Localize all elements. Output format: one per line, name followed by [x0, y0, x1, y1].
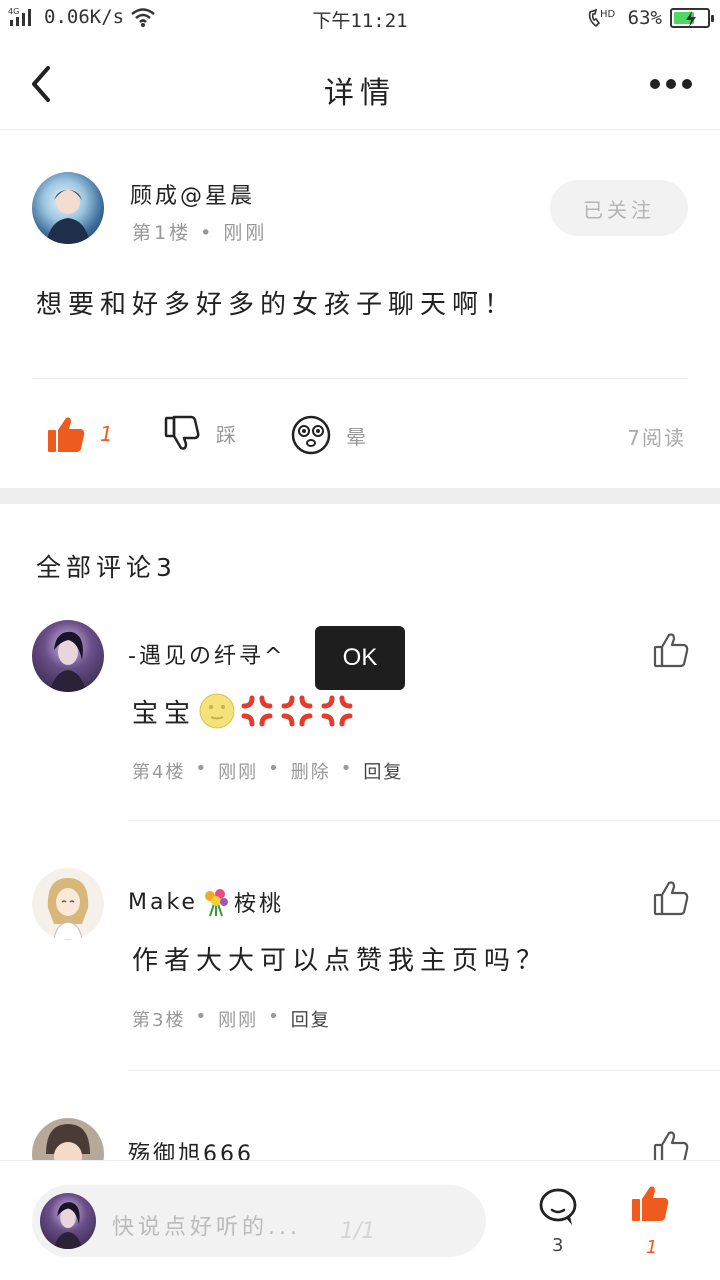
nav-bar: 详情	[0, 40, 720, 130]
divider	[128, 1070, 720, 1071]
meta-dot: •	[195, 758, 209, 779]
input-placeholder: 快说点好听的...	[112, 1215, 301, 1240]
dizzy-face-icon	[291, 415, 331, 455]
like-button[interactable]: 1	[46, 414, 113, 454]
comment-like-icon[interactable]	[652, 630, 692, 670]
post-content: 想要和好多好多的女孩子聊天啊！	[36, 290, 517, 320]
comment-item: Make 桉桃 作者大大可以点赞我主页吗？ 第3楼 • 刚刚 • 回复	[0, 868, 720, 1068]
dislike-label: 踩	[216, 422, 236, 447]
meta-dot: •	[268, 758, 281, 779]
anger-emoji-icon	[321, 695, 353, 727]
comment-content: 宝宝	[132, 692, 356, 730]
comment-count: 3	[552, 1235, 564, 1256]
comment-author-name[interactable]: 殇御旭666	[128, 1136, 254, 1160]
comment-avatar[interactable]	[32, 1118, 104, 1160]
comments-title: 全部评论3	[36, 553, 177, 582]
comment-meta: 第4楼 • 刚刚 • 删除 • 回复	[132, 758, 403, 784]
thumbs-down-icon	[164, 415, 200, 450]
status-right: HD 63%	[586, 6, 714, 30]
post-actions: 1 踩 晕 7阅读	[0, 410, 720, 460]
like-count: 1	[646, 1237, 658, 1258]
comment-author-name: Make	[128, 889, 198, 915]
thumbs-up-filled-icon[interactable]	[630, 1183, 670, 1223]
comment-avatar[interactable]	[32, 868, 104, 940]
comment-time: 刚刚	[218, 1010, 259, 1031]
hd-call-icon: HD	[588, 8, 616, 28]
battery-icon	[670, 8, 714, 28]
comment-author-suffix: 桉桃	[233, 892, 284, 917]
comment-item: 殇御旭666	[0, 1118, 720, 1160]
comment-floor: 第3楼	[132, 1010, 186, 1031]
toast-ok: OK	[315, 626, 405, 690]
avatar-illustration	[46, 1124, 90, 1160]
anger-emoji-icon	[281, 695, 313, 727]
meta-dot: •	[268, 1006, 281, 1027]
comment-author[interactable]: Make 桉桃	[128, 886, 284, 918]
battery-percent: 63%	[627, 7, 662, 29]
comment-like-icon[interactable]	[652, 878, 692, 918]
comment-floor: 第4楼	[132, 762, 186, 783]
delete-link[interactable]: 删除	[291, 758, 331, 784]
avatar-illustration	[46, 190, 90, 244]
meta-dot: •	[200, 222, 224, 244]
read-count: 7阅读	[627, 426, 686, 450]
avatar-illustration	[54, 1202, 82, 1249]
dislike-button[interactable]: 踩	[164, 414, 236, 452]
page-indicator: 1/1	[340, 1219, 376, 1244]
post-author-name[interactable]: 顾成@星晨	[130, 178, 255, 210]
follow-button[interactable]: 已关注	[550, 180, 688, 236]
section-separator	[0, 488, 720, 504]
comment-meta: 第3楼 • 刚刚 • 回复	[132, 1006, 331, 1032]
flower-bouquet-emoji-icon	[204, 889, 228, 917]
post-meta: 第1楼 • 刚刚	[132, 218, 267, 245]
comment-time: 刚刚	[218, 762, 259, 783]
avatar-illustration	[50, 631, 86, 692]
post-floor: 第1楼	[132, 222, 192, 244]
reply-link[interactable]: 回复	[363, 758, 403, 784]
comment-bubble-icon[interactable]	[536, 1185, 580, 1229]
status-bar: 4G 0.06K/s 下午11:21 HD 63%	[0, 0, 720, 38]
post-author-avatar[interactable]	[32, 172, 104, 244]
reply-link[interactable]: 回复	[291, 1006, 331, 1032]
bottom-bar: 快说点好听的... 1/1 3 1	[0, 1160, 720, 1280]
moon-face-emoji-icon	[199, 693, 235, 729]
divider	[32, 378, 688, 379]
more-icon[interactable]	[650, 74, 694, 94]
charging-icon	[686, 11, 696, 27]
meta-dot: •	[195, 1006, 209, 1027]
svg-text:HD: HD	[600, 9, 616, 20]
comment-content: 作者大大可以点赞我主页吗？	[132, 946, 549, 976]
comment-text: 宝宝	[132, 698, 197, 729]
page-title: 详情	[324, 76, 396, 111]
my-avatar	[40, 1193, 96, 1249]
meta-dot: •	[340, 758, 354, 779]
divider	[128, 820, 720, 821]
comment-author-name[interactable]: -遇见の纤寻^	[128, 638, 285, 670]
comment-like-icon[interactable]	[652, 1128, 692, 1160]
dizzy-button[interactable]: 晕	[290, 414, 366, 456]
comment-avatar[interactable]	[32, 620, 104, 692]
comment-input[interactable]: 快说点好听的...	[32, 1185, 486, 1257]
like-count: 1	[100, 422, 113, 446]
dizzy-label: 晕	[346, 424, 366, 449]
avatar-illustration	[47, 878, 89, 940]
post-time: 刚刚	[223, 222, 268, 244]
thumbs-up-filled-icon	[48, 417, 85, 452]
anger-emoji-icon	[241, 695, 273, 727]
